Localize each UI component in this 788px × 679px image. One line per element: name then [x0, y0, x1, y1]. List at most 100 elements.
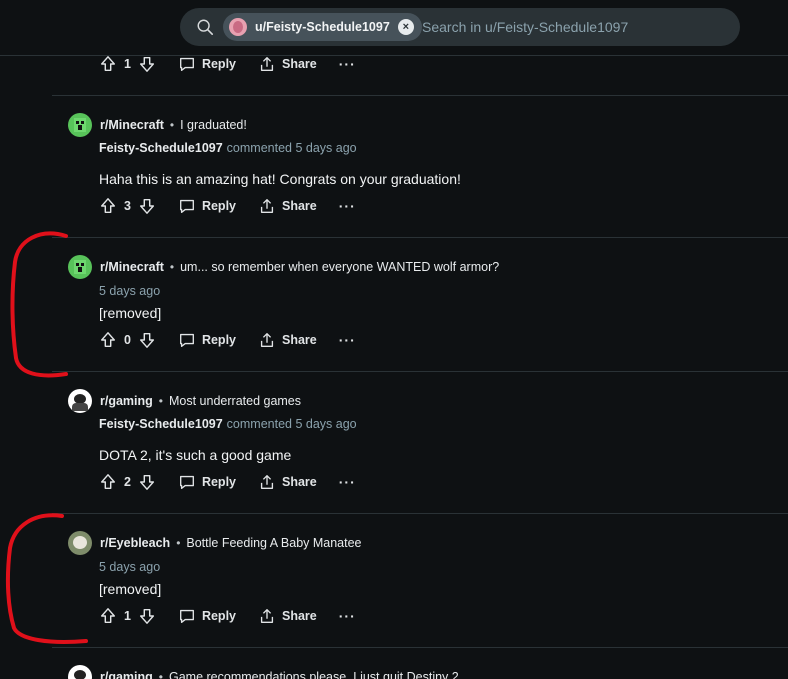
post-title-link[interactable]: um... so remember when everyone WANTED w… [180, 260, 499, 274]
downvote-icon[interactable] [138, 473, 156, 491]
share-label: Share [282, 333, 317, 347]
more-options-button[interactable]: ··· [339, 198, 356, 214]
clear-filter-icon[interactable]: × [397, 19, 414, 35]
reply-button[interactable]: Reply [178, 331, 236, 349]
reply-button[interactable]: Reply [178, 473, 236, 491]
vote-count: 0 [124, 333, 131, 347]
divider [52, 513, 788, 514]
share-button[interactable]: Share [258, 197, 317, 215]
share-label: Share [282, 57, 317, 71]
vote-count: 2 [124, 475, 131, 489]
upvote-icon[interactable] [99, 55, 117, 73]
subreddit-link[interactable]: r/gaming [100, 670, 153, 679]
share-label: Share [282, 199, 317, 213]
upvote-icon[interactable] [99, 331, 117, 349]
upvote-icon[interactable] [99, 197, 117, 215]
separator-dot: • [169, 260, 175, 274]
comment-header: r/Minecraft • um... so remember when eve… [68, 255, 499, 279]
reply-label: Reply [201, 475, 236, 489]
top-search-bar: u/Feisty-Schedule1097 × Search in u/Feis… [0, 0, 788, 56]
downvote-icon[interactable] [138, 55, 156, 73]
reply-button[interactable]: Reply [178, 607, 236, 625]
commented-label: commented [226, 417, 292, 431]
subreddit-link[interactable]: r/gaming [100, 394, 153, 408]
search-input-placeholder[interactable]: Search in u/Feisty-Schedule1097 [422, 19, 628, 35]
post-title-link[interactable]: Game recommendations please. I just quit… [169, 670, 459, 679]
comment-time: 5 days ago [99, 560, 161, 574]
reply-label: Reply [201, 57, 236, 71]
separator-dot: • [158, 394, 163, 408]
action-bar: 2 Reply Share ··· [99, 471, 356, 493]
post-title-link[interactable]: I graduated! [180, 118, 247, 132]
upvote-icon[interactable] [99, 473, 117, 491]
divider [52, 647, 788, 648]
divider [52, 95, 788, 96]
comment-meta: Feisty-Schedule1097 commented 5 days ago [99, 417, 357, 431]
subreddit-link[interactable]: r/Minecraft [100, 118, 164, 132]
share-button[interactable]: Share [258, 473, 317, 491]
user-avatar [229, 18, 247, 36]
comment-body: [removed] [99, 305, 162, 321]
comment-time: 5 days ago [295, 417, 357, 431]
user-chip-label: u/Feisty-Schedule1097 [255, 20, 390, 34]
downvote-icon[interactable] [138, 607, 156, 625]
search-icon [197, 19, 214, 36]
post-title-link[interactable]: Bottle Feeding A Baby Manatee [186, 536, 361, 550]
downvote-icon[interactable] [138, 197, 156, 215]
reply-icon [179, 475, 194, 489]
reply-label: Reply [201, 333, 236, 347]
separator-dot: • [158, 670, 163, 679]
share-icon [260, 57, 274, 71]
share-button[interactable]: Share [258, 55, 317, 73]
separator-dot: • [176, 536, 181, 550]
action-bar: 0 Reply Share ··· [99, 329, 356, 351]
reply-button[interactable]: Reply [178, 55, 236, 73]
comment-header: r/gaming • Most underrated games [68, 389, 301, 413]
commented-label: commented [226, 141, 292, 155]
more-options-button[interactable]: ··· [339, 608, 356, 624]
share-button[interactable]: Share [258, 607, 317, 625]
reply-icon [179, 333, 194, 347]
reply-icon [179, 199, 194, 213]
separator-dot: • [169, 118, 175, 132]
comment-time: 5 days ago [295, 141, 357, 155]
divider [52, 371, 788, 372]
search-box[interactable]: u/Feisty-Schedule1097 × Search in u/Feis… [180, 8, 740, 46]
share-label: Share [282, 609, 317, 623]
share-icon [260, 475, 274, 489]
vote-count: 1 [124, 609, 131, 623]
post-title-link[interactable]: Most underrated games [169, 394, 301, 408]
upvote-icon[interactable] [99, 607, 117, 625]
action-bar: 1 Reply Share ··· [99, 53, 356, 75]
comment-body: [removed] [99, 581, 162, 597]
annotation-bracket [5, 231, 88, 644]
comment-meta: Feisty-Schedule1097 commented 5 days ago [99, 141, 357, 155]
share-icon [260, 199, 274, 213]
comment-header: r/Eyebleach • Bottle Feeding A Baby Mana… [68, 531, 362, 555]
subreddit-link[interactable]: r/Eyebleach [100, 536, 170, 550]
comment-meta: 5 days ago [99, 560, 160, 574]
profile-comments-page: 1 Reply Share ··· r/Minecraft • I gradua… [0, 0, 788, 679]
divider [52, 237, 788, 238]
user-filter-chip[interactable]: u/Feisty-Schedule1097 × [223, 13, 422, 41]
comment-body: Haha this is an amazing hat! Congrats on… [99, 171, 461, 187]
reply-icon [179, 57, 194, 71]
more-options-button[interactable]: ··· [339, 56, 356, 72]
share-label: Share [282, 475, 317, 489]
comment-header: r/gaming • Game recommendations please. … [68, 665, 459, 679]
reply-button[interactable]: Reply [178, 197, 236, 215]
more-options-button[interactable]: ··· [339, 474, 356, 490]
comment-body: DOTA 2, it's such a good game [99, 447, 292, 463]
comments-feed: 1 Reply Share ··· r/Minecraft • I gradua… [0, 0, 788, 679]
reply-label: Reply [201, 609, 236, 623]
share-button[interactable]: Share [258, 331, 317, 349]
author-link[interactable]: Feisty-Schedule1097 [99, 141, 223, 155]
author-link[interactable]: Feisty-Schedule1097 [99, 417, 223, 431]
reply-label: Reply [201, 199, 236, 213]
action-bar: 3 Reply Share ··· [99, 195, 356, 217]
subreddit-link[interactable]: r/Minecraft [100, 260, 164, 274]
more-options-button[interactable]: ··· [339, 332, 356, 348]
downvote-icon[interactable] [138, 331, 156, 349]
comment-time: 5 days ago [99, 284, 161, 298]
action-bar: 1 Reply Share ··· [99, 605, 356, 627]
